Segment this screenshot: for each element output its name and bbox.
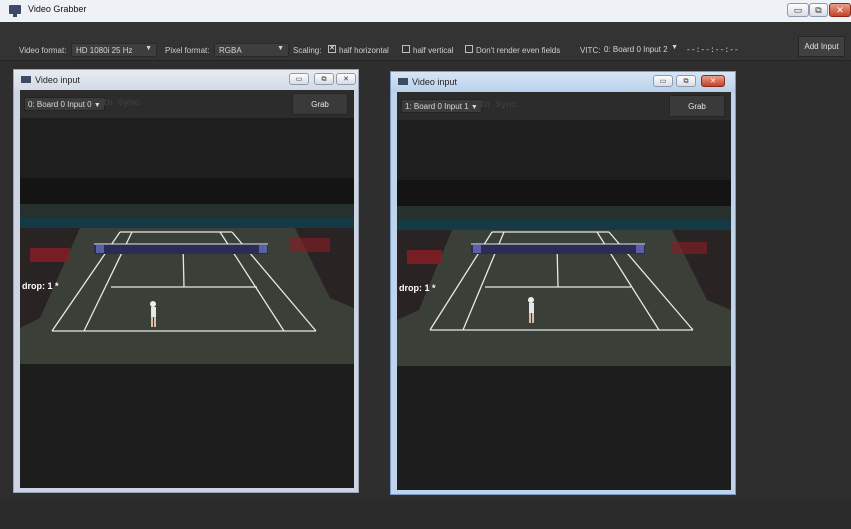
video-input-body: 0: Board 0 Input 0 ▼ In Sync Grab drop: …	[20, 90, 354, 488]
chevron-down-icon: ▼	[145, 45, 152, 52]
maximize-button[interactable]: ⧉	[676, 75, 696, 87]
drop-counter: drop: 1 *	[399, 283, 436, 293]
chevron-down-icon: ▼	[277, 45, 284, 52]
video-frame: drop: 1 *	[397, 180, 731, 366]
monitor-icon	[398, 78, 408, 85]
chevron-down-icon: ▼	[93, 102, 101, 109]
video-input-window-2: Video input ▭ ⧉ ✕ 1: Board 0 Input 1 ▼ I…	[390, 71, 736, 495]
video-input-body: 1: Board 0 Input 1 ▼ In Sync Grab drop: …	[397, 92, 731, 490]
status-area	[0, 500, 851, 529]
maximize-button[interactable]: ⧉	[314, 73, 334, 85]
half-vertical-label: half vertical	[413, 46, 454, 55]
scaling-label: Scaling:	[293, 46, 322, 55]
monitor-icon	[9, 5, 21, 17]
chevron-down-icon: ▼	[470, 104, 478, 111]
input-controls: 0: Board 0 Input 0 ▼ In Sync Grab	[20, 90, 354, 118]
grab-button[interactable]: Grab	[669, 95, 725, 117]
half-horizontal-checkbox[interactable]: ✕	[328, 45, 336, 53]
half-vertical-checkbox[interactable]	[402, 45, 410, 53]
half-horizontal-label: half horizontal	[339, 46, 389, 55]
window-title: Video input	[412, 77, 457, 87]
video-input-title-bar: Video input ▭ ⧉ ✕	[14, 70, 358, 90]
close-button[interactable]: ✕	[829, 3, 851, 17]
chevron-down-icon: ▼	[671, 44, 678, 51]
tennis-court-image	[397, 180, 731, 366]
device-value: 0: Board 0 Input 0	[28, 100, 92, 109]
video-frame: drop: 1 *	[20, 178, 354, 364]
video-bottom-area	[397, 366, 731, 490]
add-input-button[interactable]: Add Input	[798, 36, 845, 57]
pixel-format-label: Pixel format:	[165, 46, 210, 55]
sync-status: In Sync	[479, 100, 517, 110]
video-input-title-bar: Video input ▭ ⧉ ✕	[391, 72, 735, 92]
drop-counter: drop: 1 *	[22, 281, 59, 291]
vitc-label: VITC:	[580, 46, 601, 55]
device-select[interactable]: 0: Board 0 Input 0 ▼	[24, 97, 105, 111]
window-title: Video input	[35, 75, 80, 85]
vitc-select[interactable]: 0: Board 0 Input 2 ▼	[600, 43, 682, 57]
monitor-icon	[21, 76, 31, 83]
device-value: 1: Board 0 Input 1	[405, 102, 469, 111]
pixel-format-value: RGBA	[219, 46, 242, 55]
close-button[interactable]: ✕	[336, 73, 356, 85]
even-fields-label: Don't render even fields	[476, 46, 561, 55]
app-title: Video Grabber	[28, 4, 87, 14]
grab-button[interactable]: Grab	[292, 93, 348, 115]
video-format-label: Video format:	[19, 46, 67, 55]
minimize-button[interactable]: ▭	[787, 3, 809, 17]
video-format-select[interactable]: HD 1080i 25 Hz ▼	[71, 43, 157, 57]
pixel-format-select[interactable]: RGBA ▼	[214, 43, 289, 57]
input-controls: 1: Board 0 Input 1 ▼ In Sync Grab	[397, 92, 731, 120]
sync-status: In Sync	[102, 98, 140, 108]
even-fields-checkbox[interactable]	[465, 45, 473, 53]
tennis-court-image	[20, 178, 354, 364]
device-select[interactable]: 1: Board 0 Input 1 ▼	[401, 99, 482, 113]
close-button[interactable]: ✕	[701, 75, 725, 87]
minimize-button[interactable]: ▭	[653, 75, 673, 87]
video-bottom-area	[20, 364, 354, 488]
vitc-value: 0: Board 0 Input 2	[604, 45, 668, 54]
video-input-window-1: Video input ▭ ⧉ ✕ 0: Board 0 Input 0 ▼ I…	[13, 69, 359, 493]
minimize-button[interactable]: ▭	[289, 73, 309, 85]
timecode: --:--:--:--	[686, 46, 739, 55]
main-title-bar: Video Grabber ▭ ⧉ ✕	[0, 0, 851, 23]
maximize-button[interactable]: ⧉	[809, 3, 828, 17]
video-format-value: HD 1080i 25 Hz	[76, 46, 133, 55]
